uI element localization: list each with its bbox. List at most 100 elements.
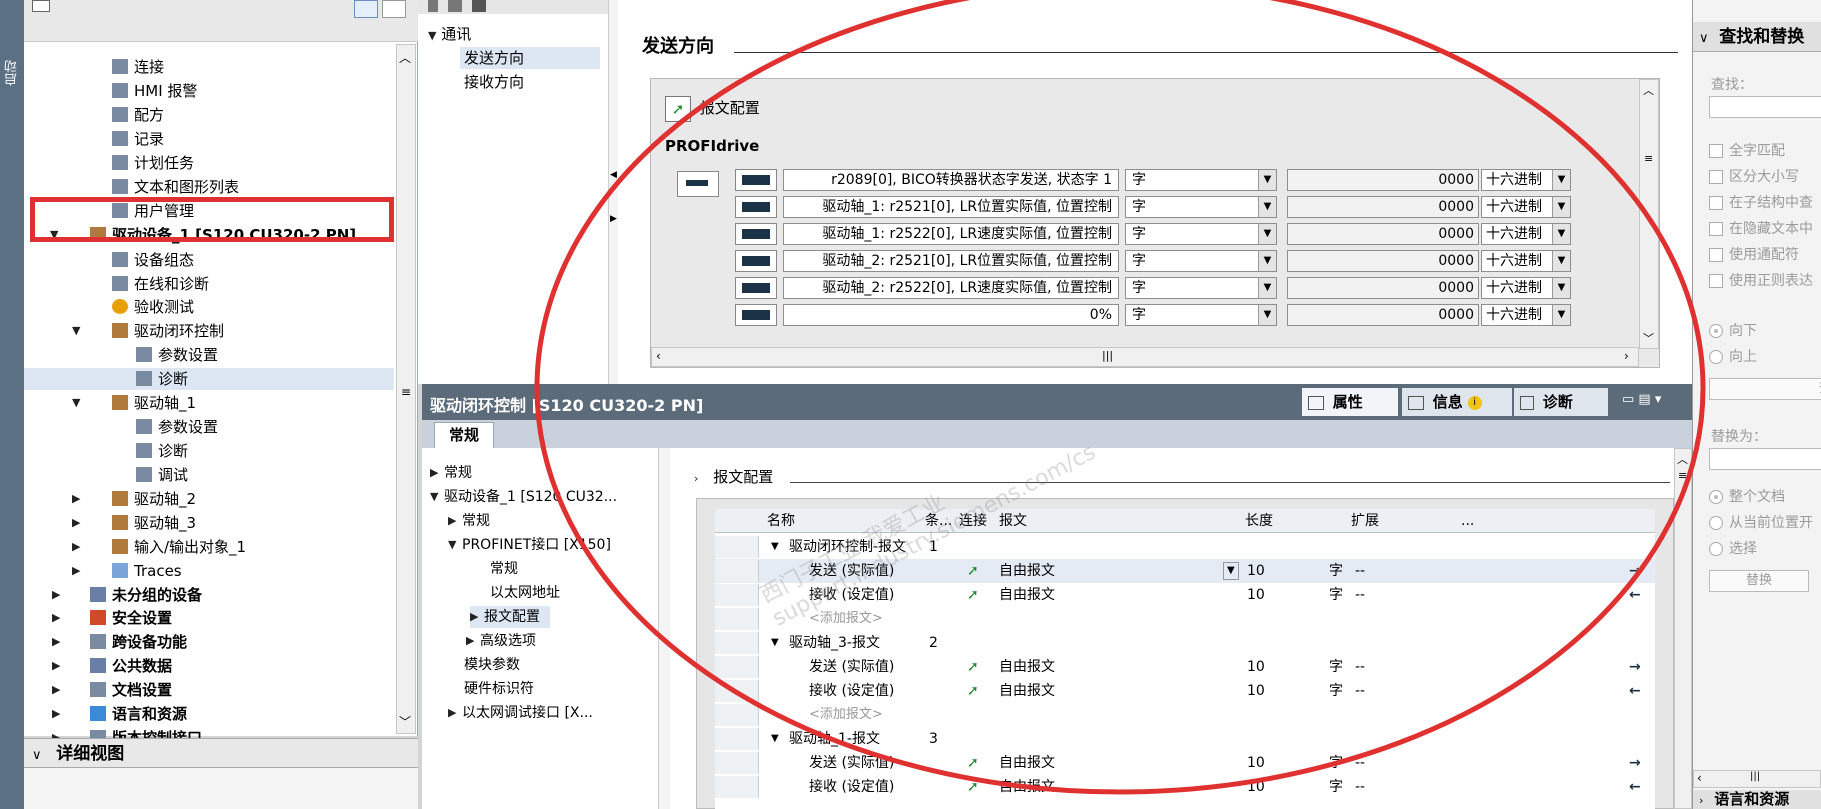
signal-format-select[interactable]: 十六进制 ▼ <box>1481 304 1571 326</box>
scroll-up-icon[interactable]: ︿ <box>399 49 411 66</box>
inspector-nav-item[interactable]: 硬件标识符 <box>422 678 662 700</box>
dropdown-arrow-icon[interactable]: ▼ <box>1258 197 1276 217</box>
telegram-row[interactable]: 发送 (实际值) ➚ 自由报文 10 字 -- → <box>715 655 1655 679</box>
nav-item-receive[interactable]: 接收方向 <box>460 71 524 93</box>
find-option-checkbox[interactable]: 区分大小写 <box>1709 166 1799 186</box>
collapse-arrow-icon[interactable]: ▼ <box>72 392 80 414</box>
scroll-grip-icon[interactable]: ≡ <box>401 385 411 399</box>
signal-value-field[interactable]: 0000 <box>1287 250 1479 272</box>
tree-item[interactable]: ▶ Traces <box>24 560 394 582</box>
find-replace-header[interactable]: ∨ 查找和替换 <box>1693 22 1821 52</box>
replace-input[interactable] <box>1709 448 1821 470</box>
tree-item[interactable]: 记录 <box>24 128 394 150</box>
telegram-config-button[interactable]: ➚ 报文配置 <box>665 93 760 123</box>
signal-name-field[interactable]: 驱动轴_1: r2522[0], LR速度实际值, 位置控制 <box>783 223 1119 245</box>
inspector-nav-item[interactable]: ▼ PROFINET接口 [X150] <box>422 534 662 556</box>
collapse-arrow-icon[interactable]: ▼ <box>448 534 456 556</box>
find-option-checkbox[interactable]: 在子结构中查 <box>1709 192 1813 212</box>
tree-item[interactable]: ▶ 驱动轴_3 <box>24 512 394 534</box>
tab-general[interactable]: 常规 <box>434 422 494 448</box>
signal-arrow-icon[interactable] <box>735 277 777 299</box>
expand-arrow-icon[interactable]: ▶ <box>52 607 60 629</box>
expand-arrow-icon[interactable]: ▶ <box>430 462 438 484</box>
tree-item[interactable]: ▶ 语言和资源 <box>24 703 394 725</box>
column-header[interactable]: ... <box>1461 509 1474 533</box>
collapse-arrow-icon[interactable]: ▼ <box>430 486 438 508</box>
dropdown-arrow-icon[interactable]: ▼ <box>1552 224 1570 244</box>
signal-format-select[interactable]: 十六进制 ▼ <box>1481 196 1571 218</box>
signal-arrow-icon[interactable] <box>735 304 777 326</box>
signal-type-select[interactable]: 字 ▼ <box>1125 169 1277 191</box>
row-handle[interactable] <box>715 704 759 726</box>
tree-item[interactable]: 诊断 <box>24 440 394 462</box>
signal-group-icon[interactable] <box>677 171 719 197</box>
add-telegram-row[interactable]: <添加报文> <box>715 703 1655 727</box>
expand-arrow-icon[interactable]: ▶ <box>52 631 60 653</box>
column-header[interactable]: 连接 <box>959 509 987 533</box>
dropdown-arrow-icon[interactable]: ▼ <box>1552 170 1570 190</box>
column-header[interactable]: 扩展 <box>1351 509 1379 533</box>
column-header[interactable]: 条... <box>925 509 952 533</box>
signal-value-field[interactable]: 0000 <box>1287 304 1479 326</box>
expand-arrow-icon[interactable]: ▶ <box>52 584 60 606</box>
inspector-nav-item[interactable]: ▶ 常规 <box>422 462 662 484</box>
signal-type-select[interactable]: 字 ▼ <box>1125 223 1277 245</box>
inspector-nav-item[interactable]: ▶ 常规 <box>422 510 662 532</box>
detail-view-header[interactable]: ∨ 详细视图 <box>24 738 418 768</box>
dropdown-arrow-icon[interactable]: ▼ <box>1258 305 1276 325</box>
column-header[interactable]: 长度 <box>1245 509 1273 533</box>
tree-item[interactable]: 连接 <box>24 56 394 78</box>
telegram-group-row[interactable]: ▼ 驱动轴_3-报文 2 <box>715 631 1655 655</box>
signal-type-select[interactable]: 字 ▼ <box>1125 196 1277 218</box>
tree-item[interactable]: ▶ 文档设置 <box>24 679 394 701</box>
add-telegram-row[interactable]: <添加报文> <box>715 607 1655 631</box>
signal-name-field[interactable]: r2089[0], BICO转换器状态字发送, 状态字 1 <box>783 169 1119 191</box>
signal-name-field[interactable]: 驱动轴_2: r2521[0], LR位置实际值, 位置控制 <box>783 250 1119 272</box>
row-handle[interactable] <box>715 752 759 774</box>
tree-item[interactable]: ▶ 跨设备功能 <box>24 631 394 653</box>
signal-name-field[interactable]: 驱动轴_2: r2522[0], LR速度实际值, 位置控制 <box>783 277 1119 299</box>
inspector-nav-item[interactable]: 以太网地址 <box>422 582 662 604</box>
inspector-nav-item[interactable]: ▶ 报文配置 <box>470 606 550 628</box>
dropdown-arrow-icon[interactable]: ▼ <box>1258 278 1276 298</box>
tree-item[interactable]: 验收测试 <box>24 296 394 318</box>
inspector-vscroll[interactable]: ︿ ≡ <box>1674 448 1692 809</box>
section-header[interactable]: › 报文配置 <box>694 466 773 487</box>
row-handle[interactable] <box>715 608 759 630</box>
find-option-checkbox[interactable]: 使用正则表达 <box>1709 270 1813 290</box>
nav-splitter[interactable]: ◀ ▶ <box>608 0 618 384</box>
expand-arrow-icon[interactable]: ▶ <box>72 536 80 558</box>
signal-value-field[interactable]: 0000 <box>1287 223 1479 245</box>
find-button[interactable]: 查 <box>1709 378 1821 400</box>
inspector-nav-item[interactable]: ▶ 高级选项 <box>422 630 662 652</box>
find-option-checkbox[interactable]: 使用通配符 <box>1709 244 1799 264</box>
scroll-grip-icon[interactable]: ||| <box>1102 349 1113 362</box>
dropdown-arrow-icon[interactable]: ▼ <box>1552 197 1570 217</box>
tree-item[interactable]: 配方 <box>24 104 394 126</box>
toolbar-icon[interactable] <box>448 0 462 12</box>
tree-item[interactable]: 参数设置 <box>24 416 394 438</box>
tree-item[interactable]: ▶ 驱动轴_2 <box>24 488 394 510</box>
expand-arrow-icon[interactable]: ▶ <box>466 630 474 652</box>
row-handle[interactable] <box>715 632 759 654</box>
scroll-left-icon[interactable]: ‹ <box>1697 771 1702 785</box>
grid-hscroll[interactable]: ‹ ||| › <box>651 347 1639 367</box>
row-handle[interactable] <box>715 776 759 798</box>
signal-format-select[interactable]: 十六进制 ▼ <box>1481 223 1571 245</box>
inspector-nav-splitter[interactable] <box>658 448 670 809</box>
expand-icon[interactable]: ▼ <box>428 29 436 42</box>
language-resources-header[interactable]: › 语言和资源 <box>1693 790 1821 809</box>
row-handle[interactable] <box>715 560 759 582</box>
signal-type-select[interactable]: 字 ▼ <box>1125 250 1277 272</box>
tree-item[interactable]: ▶ 公共数据 <box>24 655 394 677</box>
toolbar-icon[interactable] <box>32 0 50 12</box>
signal-type-select[interactable]: 字 ▼ <box>1125 277 1277 299</box>
row-handle[interactable] <box>715 536 759 558</box>
signal-arrow-icon[interactable] <box>735 250 777 272</box>
column-header[interactable]: 报文 <box>999 509 1027 533</box>
telegram-row[interactable]: 接收 (设定值) ➚ 自由报文 10 字 -- ← <box>715 775 1655 799</box>
tree-item[interactable]: 在线和诊断 <box>24 273 394 295</box>
scroll-down-icon[interactable]: ﹀ <box>1643 330 1654 346</box>
scope-radio[interactable]: 整个文档 <box>1709 486 1785 506</box>
inspector-nav-item[interactable]: 模块参数 <box>422 654 662 676</box>
